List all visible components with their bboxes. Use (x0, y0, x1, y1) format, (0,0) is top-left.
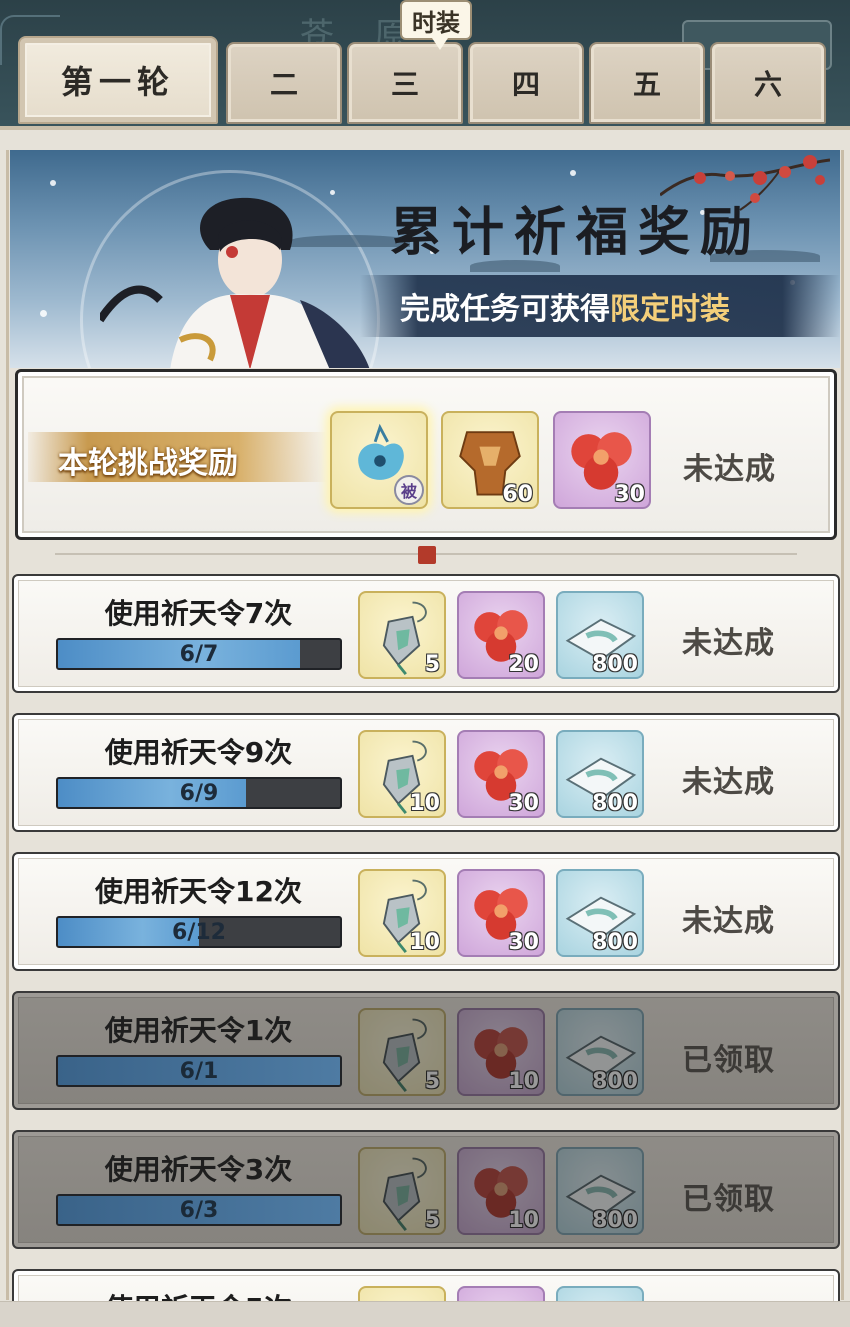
banner-subtitle-highlight: 限定时装 (610, 292, 730, 327)
item-quantity: 800 (592, 652, 638, 677)
progress-bar: 6/1 (56, 1055, 342, 1087)
item-quantity: 800 (592, 1208, 638, 1233)
costume-badge: 时装 (400, 0, 472, 50)
task-row: 使用祈天令12次 6/12 10 30 800 未达成 (12, 852, 840, 971)
reward-item[interactable]: 800 (556, 730, 644, 818)
task-status[interactable]: 未达成 (682, 618, 775, 662)
progress-bar: 6/9 (56, 777, 342, 809)
progress-text: 6/7 (179, 641, 219, 667)
item-quantity: 10 (409, 791, 440, 816)
round-tabs: 第一轮 二 三 四 五 六 时装 (18, 0, 838, 132)
character-portrait (100, 197, 370, 368)
task-title: 使用祈天令3次 (104, 1153, 293, 1186)
reward-item[interactable]: 5 (358, 591, 446, 679)
item-quantity: 60 (502, 482, 533, 507)
reward-item[interactable]: 20 (457, 591, 545, 679)
task-title: 使用祈天令1次 (104, 1014, 293, 1047)
reward-item[interactable]: 10 (457, 1147, 545, 1235)
item-quantity: 30 (614, 482, 645, 507)
task-status[interactable]: 未达成 (682, 896, 775, 940)
item-quantity: 10 (409, 930, 440, 955)
progress-text: 6/3 (179, 1197, 219, 1223)
item-quantity: 800 (592, 930, 638, 955)
snowflake (50, 180, 56, 186)
item-quantity: 20 (508, 652, 539, 677)
item-quantity: 5 (424, 652, 440, 677)
blessing-banner: 累计祈福奖励 完成任务可获得 限定时装 (10, 150, 840, 368)
tab-round-2[interactable]: 二 (226, 42, 342, 124)
task-status[interactable]: 已领取 (682, 1174, 775, 1218)
progress-text: 6/12 (172, 919, 226, 945)
banner-subtitle: 完成任务可获得 限定时装 (360, 275, 840, 337)
item-quantity: 800 (592, 791, 638, 816)
reward-item[interactable]: 800 (556, 1008, 644, 1096)
banner-subtitle-text: 完成任务可获得 (400, 292, 610, 327)
progress-bar: 6/12 (56, 916, 342, 948)
reward-item[interactable]: 30 (457, 730, 545, 818)
task-status[interactable]: 已领取 (682, 1035, 775, 1079)
tab-round-5[interactable]: 五 (589, 42, 705, 124)
tab-round-1[interactable]: 第一轮 (18, 36, 218, 124)
task-title: 使用祈天令12次 (95, 875, 302, 908)
item-quantity: 30 (508, 791, 539, 816)
challenge-reward-row: 本轮挑战奖励 被 60 30 未达成 (15, 369, 837, 540)
item-quantity: 5 (424, 1069, 440, 1094)
tab-round-3[interactable]: 三 (347, 42, 463, 124)
challenge-label: 本轮挑战奖励 (58, 446, 238, 481)
item-quantity: 10 (508, 1208, 539, 1233)
bottom-bar (0, 1301, 850, 1327)
seal-icon (418, 546, 436, 564)
tab-round-6[interactable]: 六 (710, 42, 826, 124)
task-title: 使用祈天令7次 (104, 597, 293, 630)
reward-item[interactable]: 5 (358, 1147, 446, 1235)
reward-item[interactable]: 800 (556, 591, 644, 679)
reward-item[interactable]: 10 (358, 869, 446, 957)
reward-item[interactable]: 800 (556, 1147, 644, 1235)
challenge-status: 未达成 (683, 452, 776, 487)
task-row: 使用祈天令3次 6/3 5 10 800 已领取 (12, 1130, 840, 1249)
reward-item[interactable]: 5 (358, 1008, 446, 1096)
task-row: 使用祈天令1次 6/1 5 10 800 已领取 (12, 991, 840, 1110)
reward-item[interactable]: 30 (553, 411, 651, 509)
reward-item[interactable]: 60 (441, 411, 539, 509)
reward-item[interactable]: 30 (457, 869, 545, 957)
banner-title: 累计祈福奖励 (390, 202, 763, 263)
item-quantity: 5 (424, 1208, 440, 1233)
progress-text: 6/9 (179, 780, 219, 806)
bind-tag: 被 (394, 475, 424, 505)
progress-text: 6/1 (179, 1058, 219, 1084)
reward-item[interactable]: 800 (556, 869, 644, 957)
snowflake (330, 190, 335, 195)
reward-item[interactable]: 被 (330, 411, 428, 509)
reward-item[interactable]: 10 (457, 1008, 545, 1096)
item-quantity: 30 (508, 930, 539, 955)
task-row: 使用祈天令7次 6/7 5 20 800 未达成 (12, 574, 840, 693)
progress-bar: 6/7 (56, 638, 342, 670)
item-quantity: 10 (508, 1069, 539, 1094)
task-title: 使用祈天令9次 (104, 736, 293, 769)
snowflake (570, 170, 576, 176)
item-quantity: 800 (592, 1069, 638, 1094)
task-row: 使用祈天令9次 6/9 10 30 800 未达成 (12, 713, 840, 832)
tab-round-4[interactable]: 四 (468, 42, 584, 124)
progress-bar: 6/3 (56, 1194, 342, 1226)
snowflake (40, 310, 47, 317)
task-status[interactable]: 未达成 (682, 757, 775, 801)
reward-item[interactable]: 10 (358, 730, 446, 818)
